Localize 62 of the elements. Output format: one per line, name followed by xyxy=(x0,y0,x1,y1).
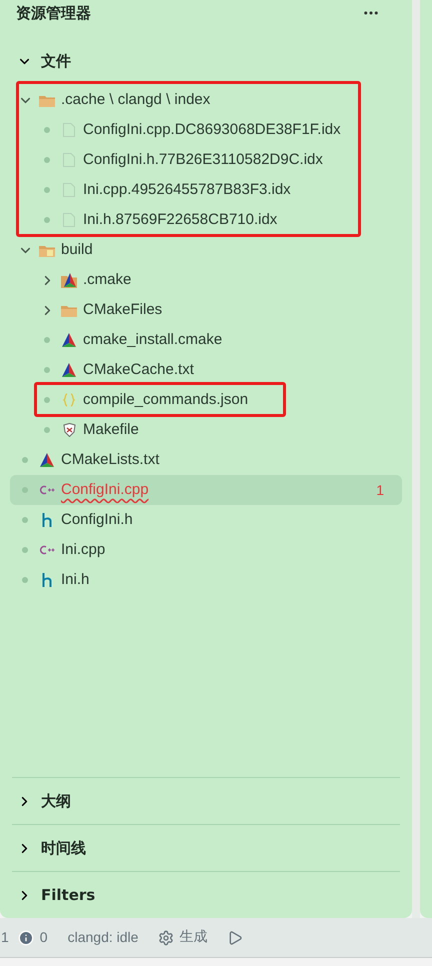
section-header[interactable]: 大纲 xyxy=(12,778,400,824)
tree-item[interactable]: Makefile xyxy=(10,415,402,445)
header-file-icon xyxy=(42,573,52,587)
tree-item[interactable]: Ini.h.87569F22658CB710.idx xyxy=(10,205,402,235)
tree-item[interactable]: ConfigIni.h xyxy=(10,505,402,535)
cmake-triangle-icon xyxy=(62,363,76,377)
tree-item[interactable]: cmake_install.cmake xyxy=(10,325,402,355)
file-name: build xyxy=(61,240,93,260)
warning-count[interactable]: 0 xyxy=(40,927,48,948)
folder-icon xyxy=(61,304,77,316)
tree-item[interactable]: Ini.h xyxy=(10,565,402,595)
header-file-icon xyxy=(42,513,52,527)
language-server-status[interactable]: clangd: idle xyxy=(68,927,138,948)
file-icon xyxy=(63,213,75,227)
file-name: cmake_install.cmake xyxy=(83,330,222,350)
error-count[interactable]: 1 xyxy=(1,927,9,948)
tree-item[interactable]: CMakeLists.txt xyxy=(10,445,402,475)
tree-item[interactable]: .cache \ clangd \ index xyxy=(10,85,402,115)
cmake-triangle-icon xyxy=(40,453,54,467)
gear-icon xyxy=(158,930,174,946)
cpp-file-icon xyxy=(40,485,54,495)
file-name: CMakeFiles xyxy=(83,300,162,320)
section-header[interactable]: Filters xyxy=(12,872,400,918)
panel-title: 资源管理器 xyxy=(16,2,91,24)
file-name: Ini.h xyxy=(61,570,90,590)
file-name: CMakeLists.txt xyxy=(61,450,160,470)
tree-item[interactable]: compile_commands.json xyxy=(10,385,402,415)
braces-icon xyxy=(63,393,75,407)
cmake-triangle-icon xyxy=(62,333,76,347)
file-icon xyxy=(63,183,75,197)
section-header[interactable]: 文件 xyxy=(0,40,412,82)
tree-item[interactable]: ConfigIni.cpp.DC8693068DE38F1F.idx xyxy=(10,115,402,145)
folder-icon xyxy=(39,94,55,106)
folder-icon xyxy=(39,244,55,256)
tree-item[interactable]: build xyxy=(10,235,402,265)
section-header[interactable]: 时间线 xyxy=(12,825,400,871)
file-icon xyxy=(63,153,75,167)
cpp-file-icon xyxy=(40,545,54,555)
file-name: ConfigIni.h xyxy=(61,510,133,530)
file-name: CMakeCache.txt xyxy=(83,360,194,380)
info-icon xyxy=(18,930,34,946)
build-button[interactable]: 生成 xyxy=(158,927,208,948)
tree-item[interactable]: ConfigIni.h.77B26E3110582D9C.idx xyxy=(10,145,402,175)
file-name: .cache \ clangd \ index xyxy=(61,90,210,110)
problem-count: 1 xyxy=(376,480,384,500)
file-name: ConfigIni.h.77B26E3110582D9C.idx xyxy=(83,150,323,170)
play-icon[interactable] xyxy=(227,930,244,946)
file-name: Makefile xyxy=(83,420,139,440)
file-name: .cmake xyxy=(83,270,132,290)
tree-item[interactable]: Ini.cpp.49526455787B83F3.idx xyxy=(10,175,402,205)
cmake-folder-icon xyxy=(61,272,77,288)
tree-item[interactable]: CMakeCache.txt xyxy=(10,355,402,385)
file-name: Ini.cpp.49526455787B83F3.idx xyxy=(83,180,291,200)
tree-item[interactable]: CMakeFiles xyxy=(10,295,402,325)
file-name: Ini.h.87569F22658CB710.idx xyxy=(83,210,278,230)
file-icon xyxy=(63,123,75,137)
tree-item[interactable]: .cmake xyxy=(10,265,402,295)
file-name: ConfigIni.cpp.DC8693068DE38F1F.idx xyxy=(83,120,341,140)
file-name: Ini.cpp xyxy=(61,540,106,560)
tree-item[interactable]: Ini.cpp xyxy=(10,535,402,565)
file-name: ConfigIni.cpp xyxy=(61,480,149,500)
file-name: compile_commands.json xyxy=(83,390,248,410)
